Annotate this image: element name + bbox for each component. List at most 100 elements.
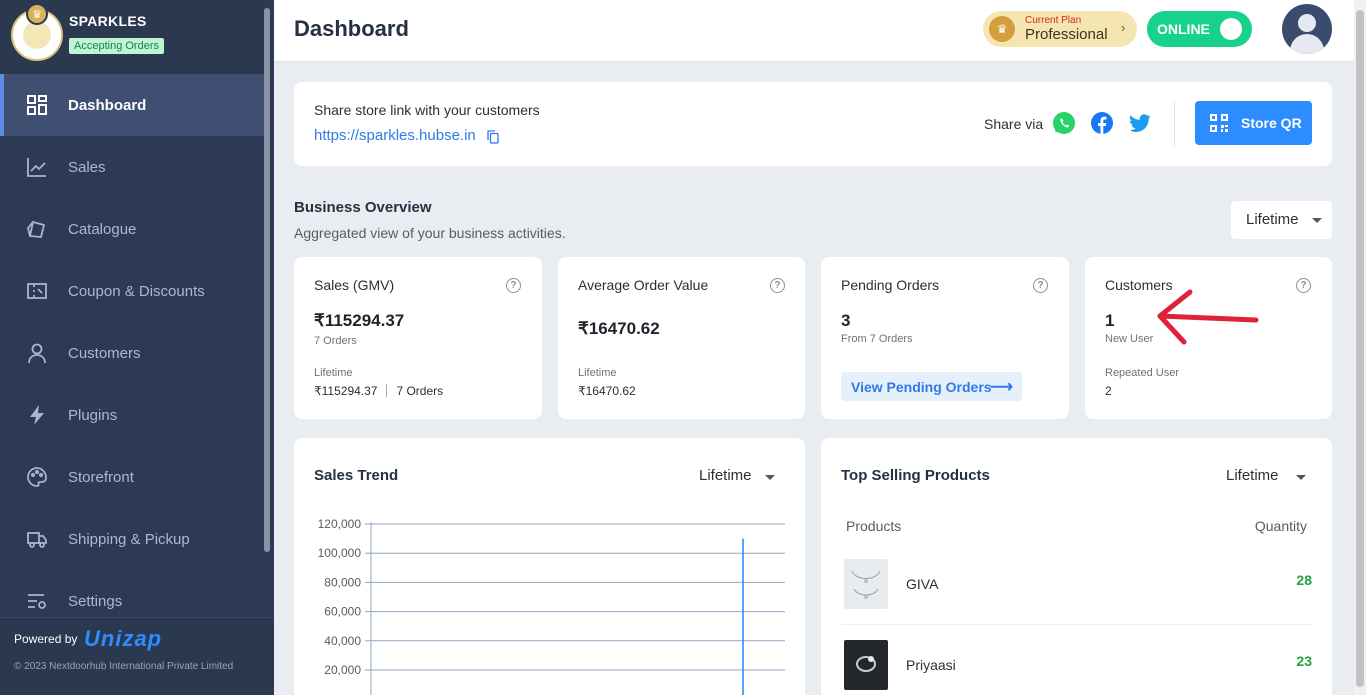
toggle-knob (1220, 18, 1242, 40)
settings-list-icon (28, 594, 46, 609)
facebook-icon[interactable] (1090, 111, 1114, 135)
user-icon (28, 343, 46, 364)
sales-trend-card: Sales Trend Lifetime 20,000 40,000 60,000 8… (294, 438, 805, 695)
product-thumbnail (844, 559, 888, 609)
sidebar-item-storefront[interactable]: Storefront (4, 446, 264, 508)
plan-name: Professional (1025, 26, 1108, 43)
dropdown-value: Lifetime (1226, 467, 1279, 484)
product-quantity: 28 (1296, 572, 1312, 588)
powered-by-label: Powered by (14, 632, 78, 646)
stat-period-label: Lifetime (314, 367, 353, 379)
y-tick-label: 120,000 (318, 517, 362, 531)
crown-icon: ♛ (26, 3, 48, 25)
page-title: Dashboard (294, 16, 409, 41)
help-icon[interactable]: ? (506, 278, 521, 293)
avatar[interactable] (1282, 4, 1332, 54)
table-row[interactable]: GIVA 28 (841, 559, 1312, 639)
table-row[interactable]: Priyaasi 23 (841, 640, 1312, 695)
stat-value: 1 (1105, 311, 1115, 330)
store-link[interactable]: https://sparkles.hubse.in (314, 127, 476, 144)
lightning-icon (30, 405, 44, 425)
arrow-right-icon: ⟶ (990, 379, 1013, 396)
copy-icon[interactable] (487, 130, 499, 144)
caret-down-icon (765, 475, 775, 480)
aov-stat-card: Average Order Value ? ₹16470.62 Lifetime… (558, 257, 805, 419)
unizap-logo: Unizap (84, 626, 163, 651)
store-header[interactable]: ♛ SPARKLES Accepting Orders (0, 0, 264, 74)
stat-title: Sales (GMV) (314, 277, 395, 293)
sidebar-item-label: Customers (68, 344, 141, 362)
main-scrollbar[interactable] (1356, 10, 1364, 687)
y-tick-label: 40,000 (324, 634, 361, 648)
sidebar-item-label: Settings (68, 592, 123, 610)
dashboard-icon (27, 95, 47, 115)
product-thumbnail (844, 640, 888, 690)
stat-value: ₹16470.62 (578, 319, 660, 338)
online-toggle[interactable]: ONLINE (1147, 11, 1252, 47)
sidebar-scrollbar[interactable] (264, 8, 270, 552)
sidebar-item-dashboard[interactable]: Dashboard (0, 74, 264, 136)
palette-icon (27, 467, 47, 487)
trend-chart-icon (27, 158, 46, 177)
sales-trend-period-dropdown[interactable]: Lifetime (699, 467, 775, 484)
top-products-period-dropdown[interactable]: Lifetime (1226, 467, 1306, 484)
sidebar-item-customers[interactable]: Customers (4, 322, 264, 384)
product-name: GIVA (906, 576, 939, 592)
dropdown-value: Lifetime (699, 467, 752, 484)
stat-period-values: ₹115294.37 7 Orders (314, 384, 443, 398)
chevron-right-icon: › (1121, 20, 1126, 35)
sales-trend-chart: 20,000 40,000 60,000 80,000 100,000 120,000 (318, 517, 785, 695)
stat-sub: 7 Orders (314, 335, 357, 347)
crown-icon: ♛ (989, 16, 1015, 42)
product-name: Priyaasi (906, 657, 956, 673)
divider (1174, 102, 1175, 146)
business-overview-subtitle: Aggregated view of your business activit… (294, 225, 566, 241)
qr-code-icon (1210, 114, 1228, 132)
divider (841, 624, 1312, 625)
link-label: View Pending Orders (851, 379, 992, 395)
store-name: SPARKLES (69, 13, 147, 29)
stat-sub: New User (1105, 333, 1154, 345)
annotation-arrow (1157, 289, 1259, 345)
sales-stat-card: Sales (GMV) ? ₹115294.37 7 Orders Lifeti… (294, 257, 542, 419)
sidebar-item-plugins[interactable]: Plugins (4, 384, 264, 446)
top-selling-card: Top Selling Products Lifetime Products Q… (821, 438, 1332, 695)
stat-title: Average Order Value (578, 277, 709, 293)
store-qr-button[interactable]: Store QR (1195, 101, 1312, 145)
share-via-label: Share via (984, 116, 1044, 132)
help-icon[interactable]: ? (1296, 278, 1311, 293)
help-icon[interactable]: ? (770, 278, 785, 293)
top-header: Dashboard ♛ Current Plan Professional › … (274, 0, 1354, 62)
store-qr-label: Store QR (1241, 115, 1302, 131)
sidebar-item-shipping[interactable]: Shipping & Pickup (4, 508, 264, 570)
whatsapp-icon[interactable] (1052, 111, 1076, 135)
caret-down-icon (1312, 218, 1322, 223)
copyright-text: © 2023 Nextdoorhub International Private… (14, 661, 234, 672)
current-plan-button[interactable]: ♛ Current Plan Professional › (983, 11, 1137, 47)
sidebar-item-label: Shipping & Pickup (68, 530, 190, 548)
sidebar-item-label: Plugins (68, 406, 118, 424)
stat-repeat-value: 2 (1105, 384, 1112, 398)
sidebar: ♛ SPARKLES Accepting Orders Dashboard Sa… (0, 0, 274, 695)
view-pending-orders-button[interactable]: View Pending Orders ⟶ (841, 372, 1022, 401)
catalogue-icon (27, 220, 46, 238)
stat-sub: From 7 Orders (841, 333, 913, 345)
sidebar-footer: Powered by Unizap © 2023 Nextdoorhub Int… (0, 617, 274, 695)
y-tick-label: 100,000 (318, 546, 362, 560)
stat-repeat-label: Repeated User (1105, 367, 1179, 379)
overview-period-dropdown[interactable]: Lifetime (1231, 201, 1332, 239)
caret-down-icon (1296, 475, 1306, 480)
help-icon[interactable]: ? (1033, 278, 1048, 293)
sidebar-item-sales[interactable]: Sales (4, 136, 264, 198)
share-store-card: Share store link with your customers htt… (294, 82, 1332, 166)
sidebar-item-label: Coupon & Discounts (68, 282, 205, 300)
column-header-quantity: Quantity (1254, 518, 1307, 534)
dropdown-value: Lifetime (1246, 211, 1299, 228)
sidebar-item-catalogue[interactable]: Catalogue (4, 198, 264, 260)
twitter-icon[interactable] (1128, 111, 1152, 135)
stat-title: Pending Orders (841, 277, 940, 293)
product-quantity: 23 (1296, 653, 1312, 669)
sidebar-item-label: Storefront (68, 468, 134, 486)
plan-caption: Current Plan (1025, 15, 1082, 26)
sidebar-item-coupons[interactable]: Coupon & Discounts (4, 260, 264, 322)
